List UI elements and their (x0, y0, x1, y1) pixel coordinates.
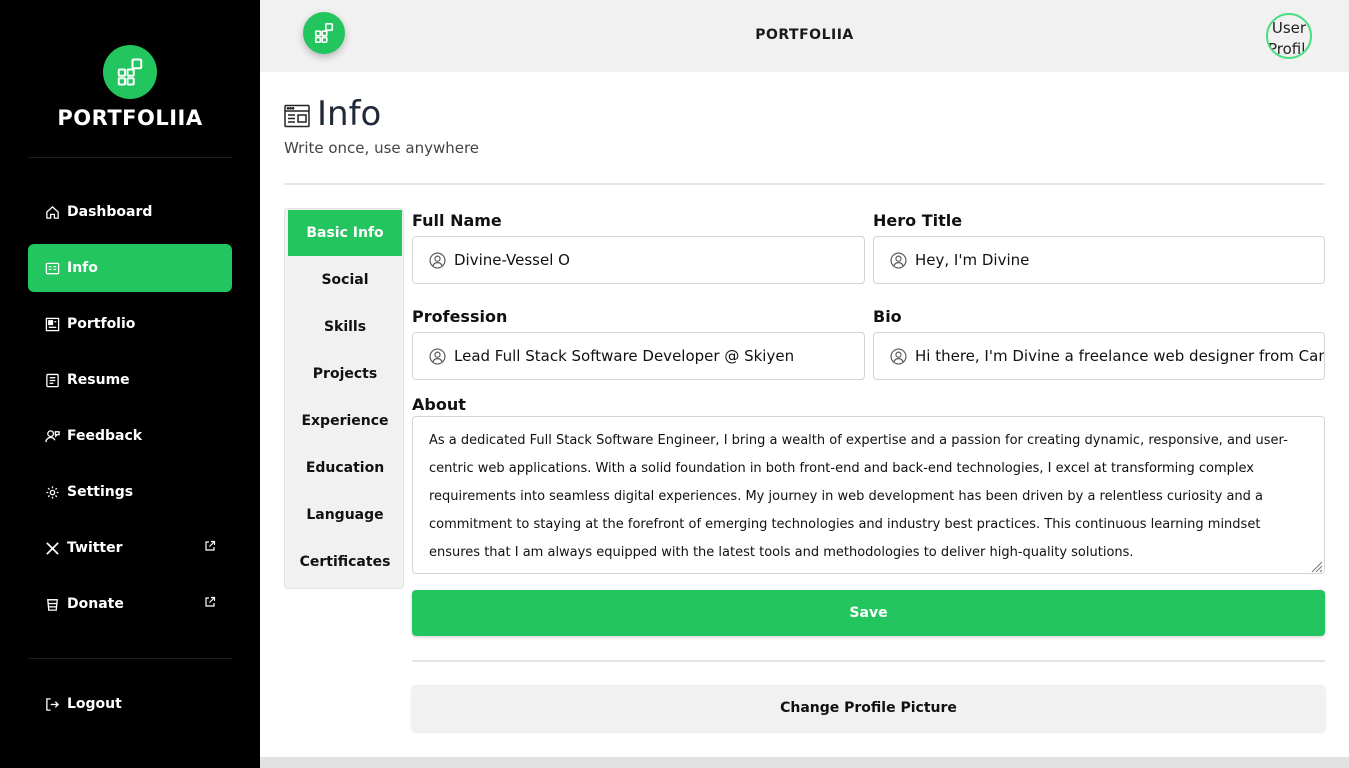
tab-certificates[interactable]: Certificates (288, 539, 402, 585)
about-label: About (412, 395, 466, 414)
tab-projects[interactable]: Projects (288, 351, 402, 397)
sidebar-item-label: Twitter (67, 540, 123, 556)
hero-title-label: Hero Title (873, 211, 963, 230)
sidebar: PORTFOLIIA Dashboard Info Portfolio Resu… (0, 0, 260, 768)
header-title: PORTFOLIIA (755, 27, 854, 43)
save-button[interactable]: Save (412, 590, 1325, 636)
x-logo-icon (44, 540, 60, 556)
page-subtitle: Write once, use anywhere (284, 139, 480, 157)
footer-strip (260, 757, 1349, 768)
sidebar-item-label: Resume (67, 372, 130, 388)
logout-button[interactable]: Logout (28, 680, 232, 728)
external-link-icon (204, 596, 216, 608)
top-bar: PORTFOLIIA User Profile (260, 0, 1349, 72)
sidebar-item-settings[interactable]: Settings (28, 468, 232, 516)
full-name-input[interactable] (454, 251, 864, 269)
section-tabs: Basic Info Social Skills Projects Experi… (284, 208, 404, 589)
user-icon (890, 251, 907, 269)
sidebar-item-label: Donate (67, 596, 124, 612)
sidebar-item-label: Dashboard (67, 204, 153, 220)
tab-experience[interactable]: Experience (288, 398, 402, 444)
hero-title-field-wrapper (873, 236, 1325, 284)
logout-label: Logout (67, 696, 122, 712)
logout-icon (44, 696, 60, 712)
sidebar-item-label: Settings (67, 484, 134, 500)
sidebar-item-label: Feedback (67, 428, 143, 444)
hero-title-input[interactable] (915, 251, 1324, 269)
main-content: Info Write once, use anywhere Basic Info… (260, 72, 1349, 757)
portfolio-icon (44, 316, 60, 332)
user-icon (429, 251, 446, 269)
sidebar-item-donate[interactable]: Donate (28, 580, 232, 628)
profession-input[interactable] (454, 347, 864, 365)
cup-icon (44, 596, 60, 612)
brand-logo-icon (103, 45, 157, 99)
resize-handle-icon[interactable] (1309, 558, 1323, 573)
sidebar-item-resume[interactable]: Resume (28, 356, 232, 404)
feedback-icon (44, 428, 60, 444)
user-icon (429, 347, 446, 365)
sidebar-item-info[interactable]: Info (28, 244, 232, 292)
about-textarea[interactable]: As a dedicated Full Stack Software Engin… (412, 416, 1325, 574)
sidebar-item-portfolio[interactable]: Portfolio (28, 300, 232, 348)
tab-basic-info[interactable]: Basic Info (288, 210, 402, 256)
bio-field-wrapper (873, 332, 1325, 380)
info-card-icon (44, 260, 60, 276)
bio-label: Bio (873, 307, 902, 326)
full-name-field-wrapper (412, 236, 865, 284)
sidebar-divider (28, 157, 232, 158)
divider (284, 183, 1325, 185)
brand-name: PORTFOLIIA (57, 106, 203, 130)
document-icon (44, 372, 60, 388)
tab-social[interactable]: Social (288, 257, 402, 303)
external-link-icon (204, 540, 216, 552)
tab-language[interactable]: Language (288, 492, 402, 538)
bio-input[interactable] (915, 347, 1324, 365)
sidebar-divider (28, 658, 232, 659)
profession-label: Profession (412, 307, 508, 326)
sidebar-item-twitter[interactable]: Twitter (28, 524, 232, 572)
sidebar-item-dashboard[interactable]: Dashboard (28, 188, 232, 236)
gear-icon (44, 484, 60, 500)
avatar[interactable]: User Profile (1266, 13, 1312, 59)
sidebar-item-feedback[interactable]: Feedback (28, 412, 232, 460)
tab-skills[interactable]: Skills (288, 304, 402, 350)
full-name-label: Full Name (412, 211, 502, 230)
tab-education[interactable]: Education (288, 445, 402, 491)
user-icon (890, 347, 907, 365)
page-title: Info (317, 94, 382, 134)
change-profile-picture-button[interactable]: Change Profile Picture (412, 685, 1325, 731)
sidebar-item-label: Info (67, 260, 98, 276)
home-icon (44, 204, 60, 220)
divider (412, 660, 1325, 662)
profession-field-wrapper (412, 332, 865, 380)
sidebar-item-label: Portfolio (67, 316, 136, 332)
info-card-icon (284, 104, 310, 128)
